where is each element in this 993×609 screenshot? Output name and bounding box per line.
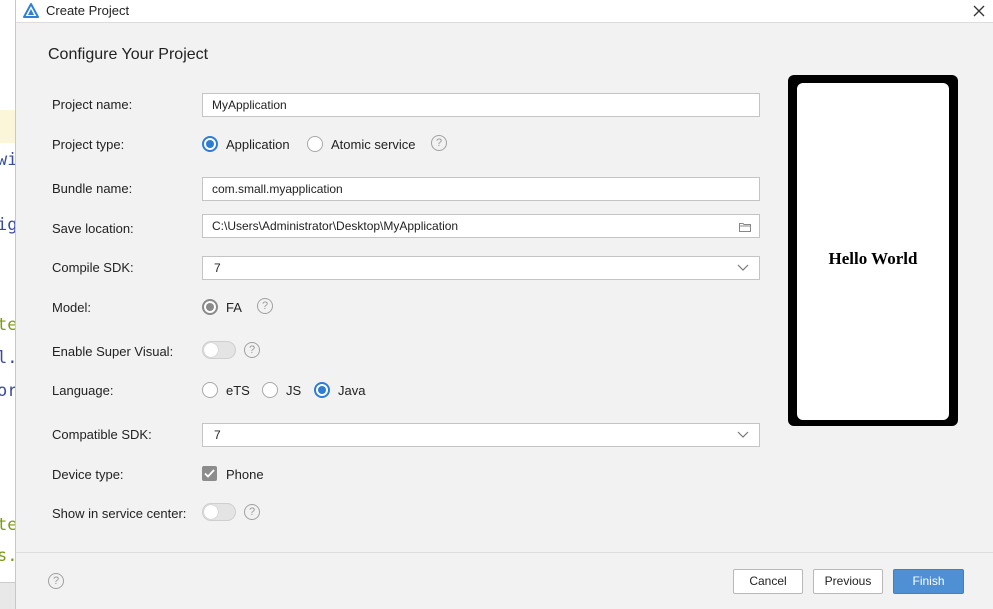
language-ets-label[interactable]: eTS <box>226 383 250 398</box>
device-type-label: Device type: <box>52 467 124 482</box>
code-fragment: or <box>0 381 15 401</box>
show-in-service-center-label: Show in service center: <box>52 506 187 521</box>
deveco-logo-icon <box>23 3 39 19</box>
model-fa-radio[interactable] <box>202 299 218 315</box>
footer-divider <box>16 552 993 553</box>
code-fragment: s. <box>0 546 15 566</box>
bundle-name-input[interactable]: com.small.myapplication <box>202 177 760 201</box>
cancel-button[interactable]: Cancel <box>733 569 803 594</box>
language-js-label[interactable]: JS <box>286 383 301 398</box>
highlighted-line <box>0 110 15 143</box>
window-title: Create Project <box>46 3 130 18</box>
compatible-sdk-select[interactable]: 7 <box>202 423 760 447</box>
help-icon[interactable]: ? <box>431 135 447 151</box>
compile-sdk-value: 7 <box>214 261 221 275</box>
project-type-atomic-label[interactable]: Atomic service <box>331 137 416 152</box>
project-type-application-radio[interactable] <box>202 136 218 152</box>
project-name-input[interactable]: MyApplication <box>202 93 760 117</box>
help-icon[interactable]: ? <box>257 298 273 314</box>
chevron-down-icon <box>737 264 749 271</box>
compile-sdk-select[interactable]: 7 <box>202 256 760 280</box>
background-editor: wi ig te l. or te s. <box>0 0 16 609</box>
phone-preview: Hello World <box>788 75 958 426</box>
save-location-label: Save location: <box>52 221 134 236</box>
page-title: Configure Your Project <box>48 46 209 63</box>
close-button[interactable] <box>964 0 993 22</box>
compatible-sdk-value: 7 <box>214 428 221 442</box>
compile-sdk-label: Compile SDK: <box>52 260 134 275</box>
code-fragment: te <box>0 515 15 535</box>
language-label: Language: <box>52 383 114 398</box>
enable-super-visual-toggle[interactable] <box>202 341 236 359</box>
device-type-phone-checkbox[interactable] <box>202 466 217 481</box>
project-type-application-label[interactable]: Application <box>226 137 290 152</box>
folder-icon[interactable] <box>739 221 751 235</box>
language-java-radio[interactable] <box>314 382 330 398</box>
compatible-sdk-label: Compatible SDK: <box>52 427 152 442</box>
project-name-label: Project name: <box>52 97 133 112</box>
save-location-input[interactable]: C:\Users\Administrator\Desktop\MyApplica… <box>202 214 760 238</box>
language-ets-radio[interactable] <box>202 382 218 398</box>
model-label: Model: <box>52 300 92 315</box>
phone-screen: Hello World <box>797 83 949 420</box>
language-js-radio[interactable] <box>262 382 278 398</box>
code-fragment: l. <box>0 348 15 368</box>
previous-button[interactable]: Previous <box>813 569 883 594</box>
close-icon <box>973 5 985 17</box>
device-type-phone-label[interactable]: Phone <box>226 467 264 482</box>
help-icon[interactable]: ? <box>48 573 64 589</box>
title-bar: Create Project <box>16 0 993 23</box>
checkmark-icon <box>204 469 215 478</box>
code-fragment: ig <box>0 215 15 235</box>
save-location-value: C:\Users\Administrator\Desktop\MyApplica… <box>212 219 459 233</box>
code-fragment: wi <box>0 150 15 170</box>
model-fa-label[interactable]: FA <box>226 300 242 315</box>
enable-super-visual-label: Enable Super Visual: <box>52 344 174 359</box>
preview-text: Hello World <box>828 249 918 268</box>
project-type-label: Project type: <box>52 137 125 152</box>
project-type-atomic-radio[interactable] <box>307 136 323 152</box>
code-fragment: te <box>0 315 15 335</box>
chevron-down-icon <box>737 431 749 438</box>
bundle-name-label: Bundle name: <box>52 181 133 196</box>
help-icon[interactable]: ? <box>244 504 260 520</box>
show-in-service-center-toggle[interactable] <box>202 503 236 521</box>
help-icon[interactable]: ? <box>244 342 260 358</box>
finish-button[interactable]: Finish <box>893 569 964 594</box>
language-java-label[interactable]: Java <box>338 383 365 398</box>
status-strip <box>0 582 15 609</box>
create-project-dialog: Create Project Configure Your Project Pr… <box>15 0 993 609</box>
